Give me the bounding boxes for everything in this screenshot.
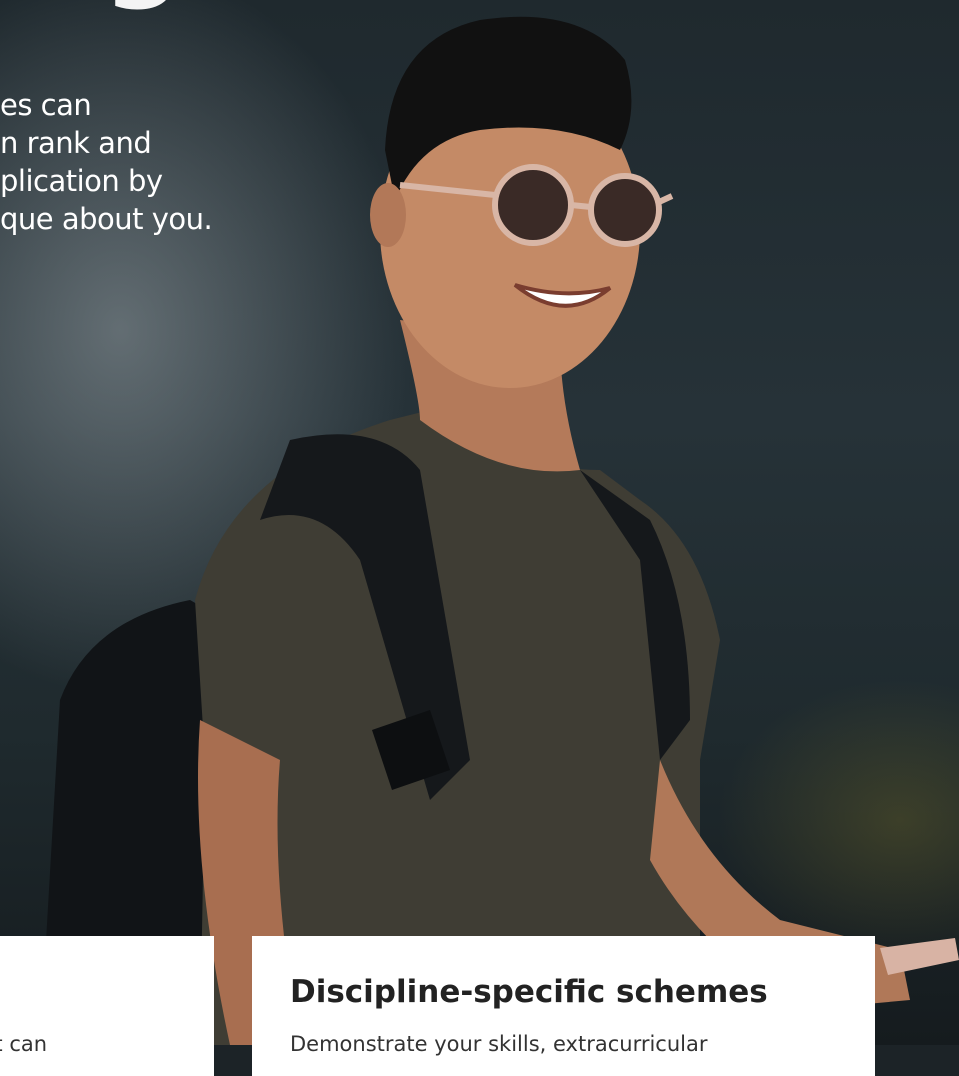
- scheme-card[interactable]: that can: [0, 936, 214, 1076]
- hero-section: ng in es can n rank and plication by que…: [0, 0, 959, 1045]
- hero-intro-line: es can: [0, 88, 92, 122]
- card-title: Discipline-specific schemes: [290, 974, 768, 1010]
- hero-intro-text: es can n rank and plication by que about…: [0, 86, 213, 238]
- hero-intro-line: que about you.: [0, 202, 213, 236]
- discipline-schemes-card[interactable]: Discipline-specific schemes Demonstrate …: [252, 936, 875, 1076]
- card-description: Demonstrate your skills, extracurricular: [290, 1032, 708, 1056]
- card-description: that can: [0, 1032, 48, 1056]
- hero-heading: ng in: [22, 0, 344, 12]
- hero-intro-line: n rank and: [0, 126, 152, 160]
- hero-intro-line: plication by: [0, 164, 163, 198]
